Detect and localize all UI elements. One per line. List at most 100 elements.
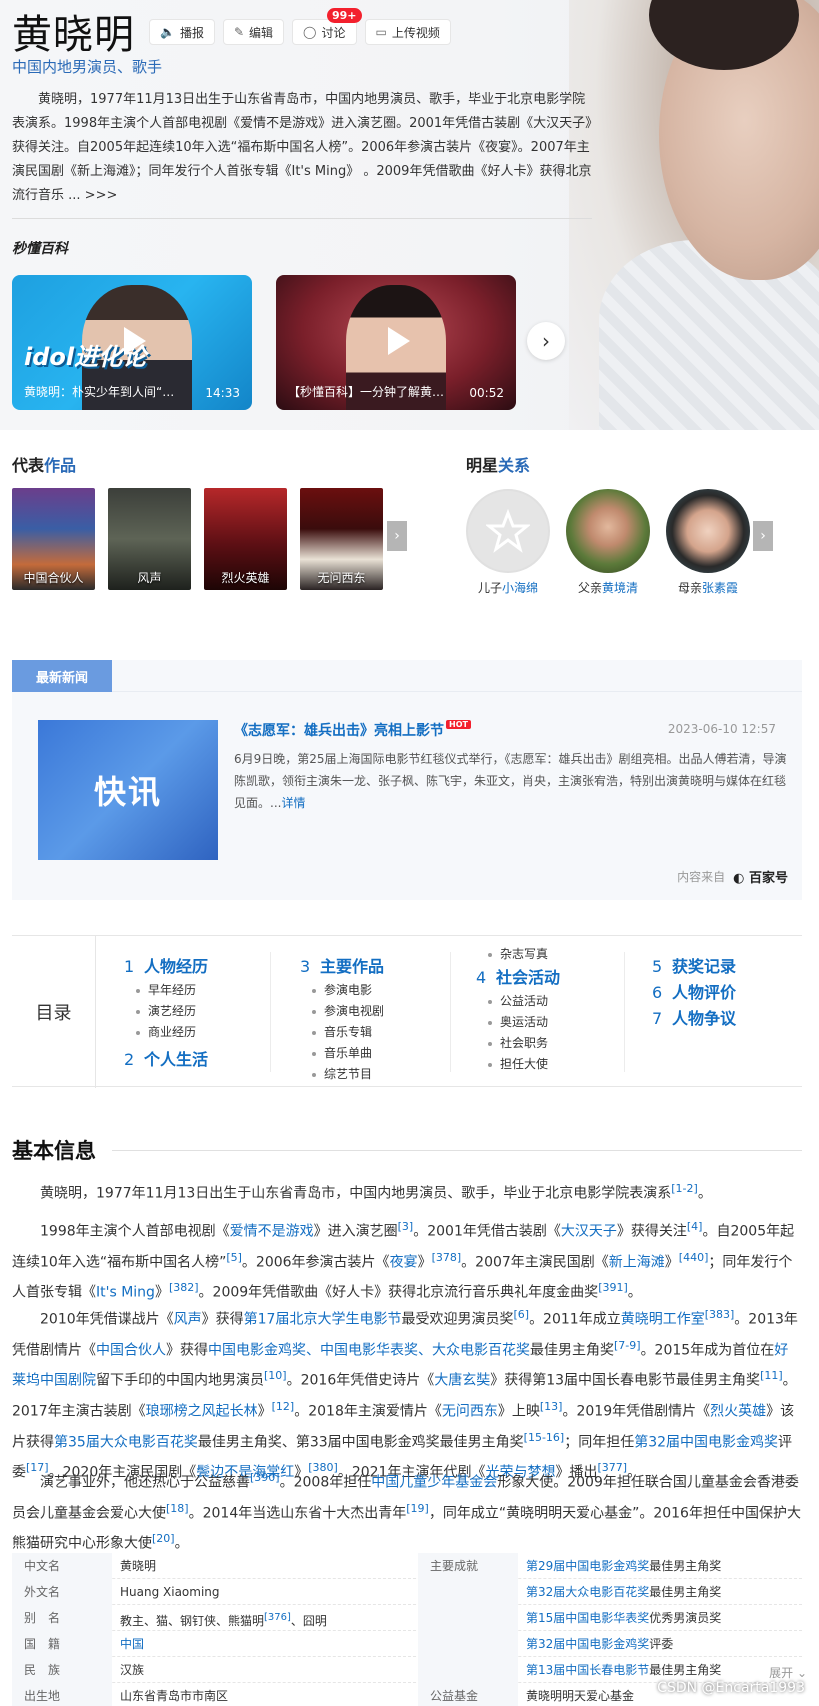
reference[interactable]: [12] <box>272 1400 295 1413</box>
work-link[interactable]: 烈火英雄 <box>710 1404 766 1420</box>
nationality-link[interactable]: 中国 <box>120 1637 144 1651</box>
toc-subitem[interactable]: 综艺节目 <box>300 1064 384 1085</box>
work-link[interactable]: 爱情不是游戏 <box>230 1224 314 1240</box>
reference[interactable]: [383] <box>705 1308 735 1321</box>
table-row: 别 名教主、猫、钢钉侠、熊猫明[376]、囧明 第15届中国电影华表奖优秀男演员… <box>12 1605 802 1631</box>
reference[interactable]: [15-16] <box>524 1431 565 1444</box>
paragraph: 2010年凭借谍战片《风声》获得第17届北京大学生电影节最受欢迎男演员奖[6]。… <box>12 1308 798 1481</box>
toc-subitem[interactable]: 参演电影 <box>300 980 384 1001</box>
toolbar: 🔈 播报 ✎ 编辑 ◯ 讨论 99+ ▭ 上传视频 <box>149 8 459 45</box>
work-link[interactable]: 无问西东 <box>442 1404 498 1420</box>
toc-subitem[interactable]: 公益活动 <box>476 991 560 1012</box>
foundation-link[interactable]: 中国儿童少年基金会 <box>371 1475 497 1491</box>
reference[interactable]: [20] <box>152 1532 175 1545</box>
relation-name-link[interactable]: 黄境清 <box>602 581 638 595</box>
award-link[interactable]: 第29届中国电影金鸡奖 <box>526 1559 649 1573</box>
toc-item[interactable]: 6 人物评价 <box>652 980 736 1006</box>
work-link[interactable]: 大唐玄奘 <box>434 1373 490 1389</box>
work-card[interactable]: 烈火英雄 <box>204 488 287 590</box>
toc-subitem[interactable]: 演艺经历 <box>124 1001 208 1022</box>
award-link[interactable]: 中国电影金鸡奖、中国电影华表奖、大众电影百花奖 <box>208 1342 530 1358</box>
reference[interactable]: [391] <box>598 1281 628 1294</box>
play-icon[interactable] <box>388 326 410 355</box>
award-link[interactable]: 第35届大众电影百花奖 <box>54 1434 198 1450</box>
play-icon[interactable] <box>124 326 146 355</box>
reference[interactable]: [378] <box>432 1251 462 1264</box>
toc-subitem[interactable]: 参演电视剧 <box>300 1001 384 1022</box>
summary-more-link[interactable]: ... >>> <box>68 188 117 203</box>
reference[interactable]: [5] <box>226 1251 242 1264</box>
news-date: 2023-06-10 12:57 <box>667 722 776 736</box>
award-link[interactable]: 第17届北京大学生电影节 <box>244 1312 402 1328</box>
award-link[interactable]: 第32届中国电影金鸡奖 <box>526 1637 649 1651</box>
relations-next-chevron-icon[interactable]: › <box>753 521 773 551</box>
reference[interactable]: [11] <box>760 1369 783 1382</box>
info-key: 外文名 <box>12 1579 112 1605</box>
work-link[interactable]: 风声 <box>174 1312 202 1328</box>
video-card[interactable]: idol进化论 黄晓明：朴实少年到人间“油”... 14:33 <box>12 275 252 410</box>
reference[interactable]: [19] <box>406 1502 429 1515</box>
toc-item[interactable]: 2 个人生活 <box>124 1047 208 1073</box>
work-link[interactable]: 大汉天子 <box>561 1224 617 1240</box>
toc-column: 5 获奖记录 6 人物评价 7 人物争议 <box>652 954 736 1032</box>
work-link[interactable]: 中国合伙人 <box>96 1342 166 1358</box>
toc-item[interactable]: 3 主要作品 <box>300 954 384 980</box>
broadcast-button[interactable]: 🔈 播报 <box>149 19 215 45</box>
toc-subitem[interactable]: 早年经历 <box>124 980 208 1001</box>
reference[interactable]: [7-9] <box>614 1339 641 1352</box>
video-card[interactable]: 【秒懂百科】一分钟了解黄晓明 00:52 <box>276 275 516 410</box>
news-thumbnail[interactable]: 快讯 <box>38 720 218 860</box>
reference[interactable]: [13] <box>540 1400 563 1413</box>
relation-name-link[interactable]: 张素霞 <box>702 581 738 595</box>
info-value: 黄晓明 <box>120 1559 157 1573</box>
reference[interactable]: [390] <box>250 1471 280 1484</box>
relation-name-link[interactable]: 小海绵 <box>502 581 538 595</box>
works-next-chevron-icon[interactable]: › <box>387 521 407 551</box>
toc-subitem[interactable]: 商业经历 <box>124 1022 208 1043</box>
reference[interactable]: [382] <box>169 1281 199 1294</box>
reference[interactable]: [6] <box>513 1308 529 1321</box>
news-headline-link[interactable]: 《志愿军：雄兵出击》亮相上影节 HOT <box>234 720 471 740</box>
work-link[interactable]: It's Ming <box>96 1285 155 1301</box>
edit-button[interactable]: ✎ 编辑 <box>222 19 285 45</box>
work-link[interactable]: 琅琊榜之风起长林 <box>146 1404 258 1420</box>
work-card[interactable]: 无问西东 <box>300 488 383 590</box>
award-link[interactable]: 第32届大众电影百花奖 <box>526 1585 649 1599</box>
toc-item[interactable]: 5 获奖记录 <box>652 954 736 980</box>
work-card[interactable]: 风声 <box>108 488 191 590</box>
reference[interactable]: [376] <box>264 1612 291 1623</box>
studio-link[interactable]: 黄晓明工作室 <box>621 1312 705 1328</box>
info-key <box>418 1631 518 1657</box>
reference[interactable]: [440] <box>679 1251 709 1264</box>
toc-subitem[interactable]: 杂志写真 <box>476 944 560 965</box>
toc-subitem[interactable]: 社会职务 <box>476 1033 560 1054</box>
tab-latest-news[interactable]: 最新新闻 <box>12 660 112 692</box>
toc-item[interactable]: 4 社会活动 <box>476 965 560 991</box>
award-link[interactable]: 第32届中国电影金鸡奖 <box>634 1434 778 1450</box>
relation-item[interactable]: 儿子小海绵 <box>466 489 550 596</box>
news-details-link[interactable]: 详情 <box>281 796 305 810</box>
info-value: 第32届中国电影金鸡奖评委 <box>526 1637 674 1651</box>
expand-button[interactable]: 展开 ⌄ <box>769 1664 807 1681</box>
toc-subitem[interactable]: 担任大使 <box>476 1054 560 1075</box>
toc-subitem[interactable]: 奥运活动 <box>476 1012 560 1033</box>
award-link[interactable]: 第15届中国电影华表奖 <box>526 1611 649 1625</box>
work-card[interactable]: 中国合伙人 <box>12 488 95 590</box>
relation-item[interactable]: 母亲张素霞 <box>666 489 750 596</box>
toc-subitem[interactable]: 音乐专辑 <box>300 1022 384 1043</box>
reference[interactable]: [1-2] <box>671 1182 698 1195</box>
toc-item[interactable]: 1 人物经历 <box>124 954 208 980</box>
upload-video-button[interactable]: ▭ 上传视频 <box>364 19 451 45</box>
reference[interactable]: [18] <box>166 1502 189 1515</box>
discuss-button[interactable]: ◯ 讨论 99+ <box>292 8 362 45</box>
toc-subitem[interactable]: 音乐单曲 <box>300 1043 384 1064</box>
work-link[interactable]: 夜宴 <box>390 1254 418 1270</box>
reference[interactable]: [3] <box>398 1220 414 1233</box>
award-link[interactable]: 第13届中国长春电影节 <box>526 1663 649 1677</box>
chevron-right-icon[interactable]: › <box>527 322 565 360</box>
toc-item[interactable]: 7 人物争议 <box>652 1006 736 1032</box>
reference[interactable]: [10] <box>264 1369 287 1382</box>
work-link[interactable]: 新上海滩 <box>609 1254 665 1270</box>
reference[interactable]: [4] <box>687 1220 703 1233</box>
relation-item[interactable]: 父亲黄境清 <box>566 489 650 596</box>
